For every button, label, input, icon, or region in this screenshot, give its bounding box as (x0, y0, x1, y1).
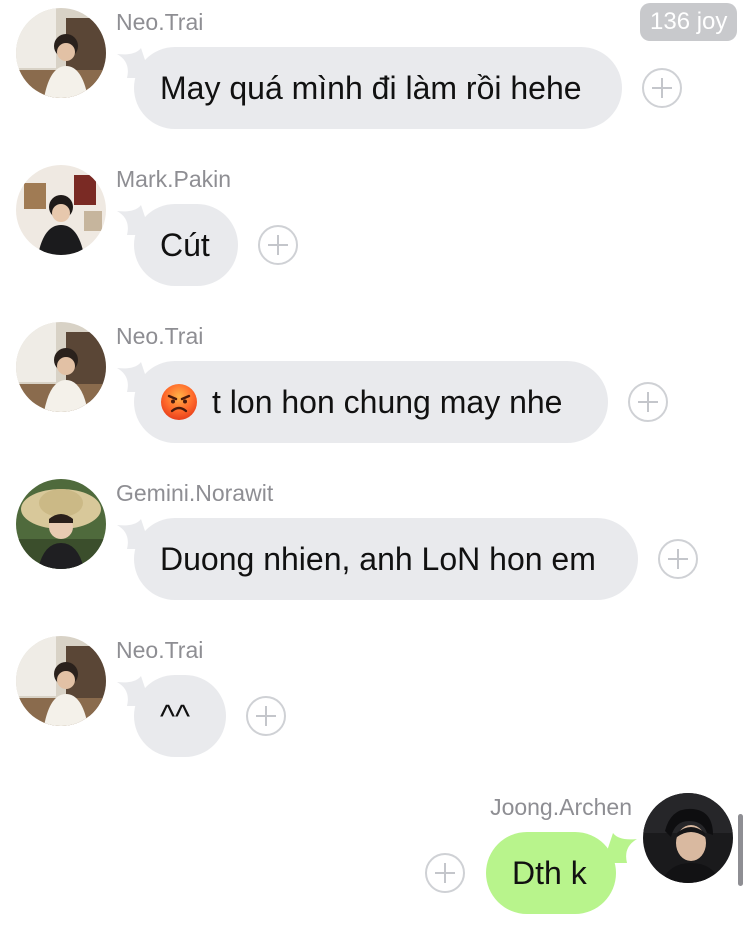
avatar[interactable] (16, 8, 106, 98)
sender-name: Joong.Archen (490, 794, 632, 820)
message-row: Neo.Trai ^^ (0, 628, 750, 778)
points-badge: 136 joy (640, 3, 738, 41)
sender-name: Neo.Trai (116, 637, 204, 663)
message-bubble[interactable]: t lon hon chung may nhe (134, 361, 608, 443)
sender-name: Mark.Pakin (116, 166, 232, 192)
message-text: t lon hon chung may nhe (212, 384, 563, 420)
chat-thread[interactable]: Neo.Trai May quá mình đi làm rồi hehe 13… (0, 0, 750, 937)
avatar[interactable] (16, 322, 106, 412)
message-row: Neo.Trai t lon hon chung may nhe (0, 314, 750, 464)
add-reaction-button[interactable] (258, 225, 298, 265)
sender-name: Gemini.Norawit (116, 480, 274, 506)
message-bubble[interactable]: Cút (134, 204, 238, 286)
message-bubble[interactable]: Duong nhien, anh LoN hon em (134, 518, 638, 600)
message-bubble[interactable]: Dth k (486, 832, 616, 914)
message-bubble[interactable]: ^^ (134, 675, 226, 757)
avatar[interactable] (643, 793, 733, 883)
scrollbar[interactable] (738, 814, 743, 886)
message-row: Gemini.Norawit Duong nhien, anh LoN hon … (0, 471, 750, 621)
add-reaction-button[interactable] (628, 382, 668, 422)
message-text: Duong nhien, anh LoN hon em (160, 541, 596, 577)
add-reaction-button[interactable] (642, 68, 682, 108)
message-text: May quá mình đi làm rồi hehe (160, 70, 582, 106)
sender-name: Neo.Trai (116, 9, 204, 35)
add-reaction-button[interactable] (246, 696, 286, 736)
message-row: Mark.Pakin Cút (0, 157, 750, 307)
message-text: Cút (160, 227, 210, 263)
avatar[interactable] (16, 636, 106, 726)
add-reaction-button[interactable] (658, 539, 698, 579)
avatar[interactable] (16, 479, 106, 569)
add-reaction-button[interactable] (425, 853, 465, 893)
message-row-outgoing: Joong.Archen Dth k (0, 785, 750, 935)
sender-name: Neo.Trai (116, 323, 204, 349)
message-row: Neo.Trai May quá mình đi làm rồi hehe 13… (0, 0, 750, 150)
message-text: Dth k (512, 855, 587, 891)
avatar[interactable] (16, 165, 106, 255)
angry-face-icon (161, 383, 197, 420)
message-text: ^^ (160, 698, 191, 734)
message-bubble[interactable]: May quá mình đi làm rồi hehe (134, 47, 622, 129)
